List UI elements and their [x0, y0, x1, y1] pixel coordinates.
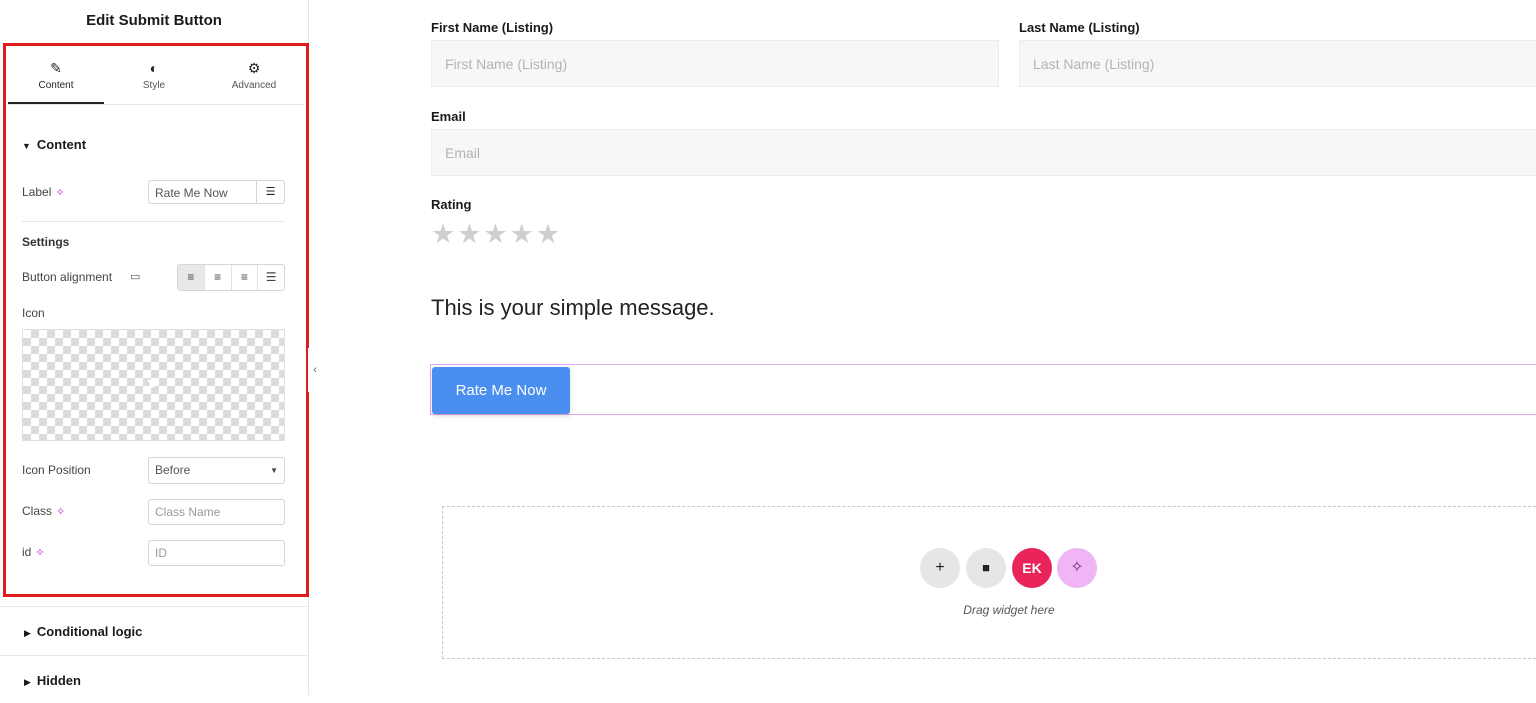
rating-label: Rating [431, 197, 472, 212]
elementskit-icon[interactable]: EK [1012, 548, 1052, 588]
last-name-label: Last Name (Listing) [1019, 20, 1140, 35]
highlight-box [3, 43, 309, 597]
drag-widget-hint: Drag widget here [963, 603, 1055, 617]
editor-sidebar: Edit Submit Button ✎ Content ◐ Style ⚙ A… [0, 0, 309, 695]
conditional-logic-toggle[interactable]: ▶ Conditional logic [0, 606, 308, 654]
caret-right-icon: ▶ [24, 628, 31, 638]
ai-sparkle-icon[interactable]: ✧ [1057, 548, 1097, 588]
caret-right-icon: ▶ [24, 677, 31, 687]
first-name-label: First Name (Listing) [431, 20, 554, 35]
first-name-input[interactable]: First Name (Listing) [431, 40, 999, 87]
last-name-input[interactable]: Last Name (Listing) [1019, 40, 1536, 87]
hidden-toggle[interactable]: ▶ Hidden [0, 655, 308, 703]
plus-icon[interactable]: + [920, 548, 960, 588]
panel-title: Edit Submit Button [86, 12, 222, 29]
star-rating[interactable]: ★★★★★ [431, 221, 562, 248]
selected-widget-outline [430, 364, 1536, 415]
rate-me-now-button[interactable]: Rate Me Now [432, 367, 570, 414]
email-label: Email [431, 109, 466, 124]
email-input[interactable]: Email [431, 129, 1536, 176]
panel-collapse-handle[interactable]: ‹ [308, 348, 322, 392]
folder-icon[interactable]: ■ [966, 548, 1006, 588]
form-message: This is your simple message. [431, 295, 715, 320]
